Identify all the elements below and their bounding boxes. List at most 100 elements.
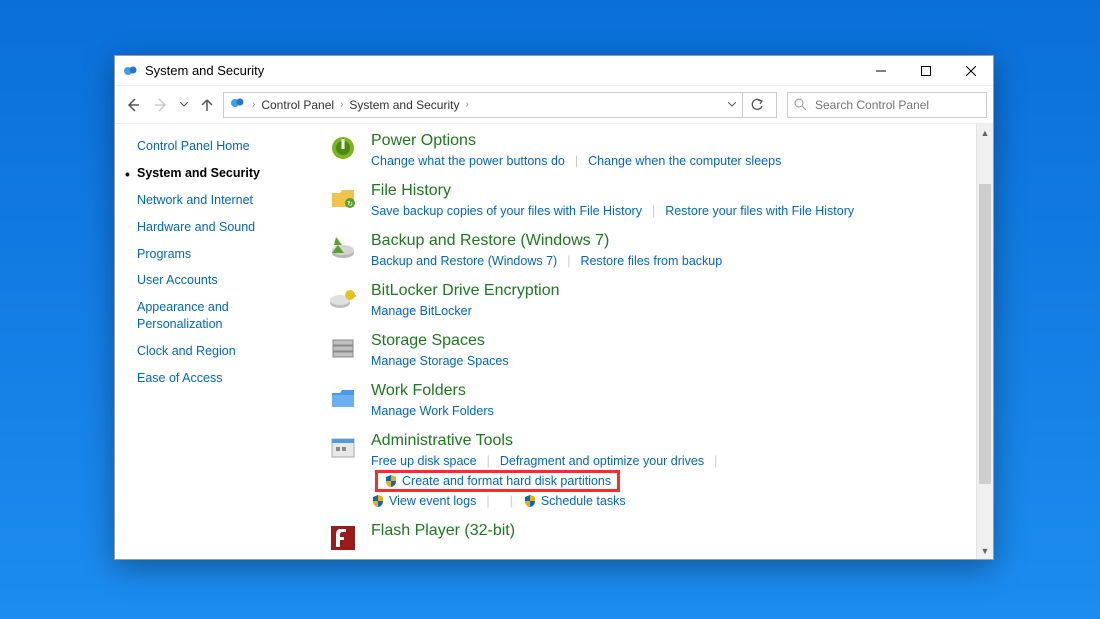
chevron-down-icon[interactable] [728,102,736,107]
highlighted-link[interactable]: Create and format hard disk partitions [375,470,620,492]
close-button[interactable] [948,56,993,85]
arrow-left-icon [125,97,141,113]
scrollbar-thumb[interactable] [979,184,991,484]
sidebar-item[interactable]: Hardware and Sound [137,219,303,236]
task-link[interactable]: Manage Work Folders [371,402,494,420]
section-body: File History Save backup copies of your f… [371,182,964,220]
category-section: Backup and Restore (Windows 7)Backup and… [325,232,964,270]
category-title[interactable]: BitLocker Drive Encryption [371,282,964,300]
link-divider: | [510,494,513,508]
breadcrumb-item[interactable]: System and Security [349,98,459,112]
app-icon [123,63,139,79]
window-controls [858,56,993,85]
link-divider: | [714,454,717,468]
navigation-bar: › Control Panel › System and Security › [115,86,993,124]
category-section: Flash Player (32-bit) [325,522,964,554]
category-section: Power Options Change what the power butto… [325,132,964,170]
sidebar-item[interactable]: Programs [137,246,303,263]
task-link[interactable]: Save backup copies of your files with Fi… [371,202,642,220]
task-link[interactable]: Defragment and optimize your drives [500,452,704,470]
address-bar[interactable]: › Control Panel › System and Security › [223,92,777,118]
svg-text:↻: ↻ [347,201,353,208]
storage-icon [325,332,361,364]
category-title[interactable]: Flash Player (32-bit) [371,522,964,540]
link-divider: | [652,204,655,218]
task-link[interactable]: Manage BitLocker [371,302,472,320]
content-area: Power Options Change what the power butto… [315,124,976,559]
category-section: Work Folders Manage Work Folders [325,382,964,420]
address-icon [230,95,246,114]
admin-icon [325,432,361,464]
recent-dropdown[interactable] [177,93,191,117]
scroll-down-arrow[interactable]: ▼ [977,542,993,559]
category-title[interactable]: Power Options [371,132,964,150]
backup-icon [325,232,361,264]
breadcrumb-item[interactable]: Control Panel [261,98,334,112]
forward-button[interactable] [149,93,173,117]
task-link[interactable]: Restore your files with File History [665,202,854,220]
section-body: Backup and Restore (Windows 7)Backup and… [371,232,964,270]
window-title: System and Security [145,63,264,78]
search-input[interactable] [813,97,980,113]
chevron-right-icon: › [252,99,255,110]
category-title[interactable]: File History [371,182,964,200]
task-link[interactable]: Restore files from backup [580,252,722,270]
refresh-button[interactable] [742,92,770,118]
sidebar-item[interactable]: Appearance and Personalization [137,299,303,333]
sidebar-item[interactable]: Clock and Region [137,343,303,360]
category-title[interactable]: Work Folders [371,382,964,400]
link-divider: | [487,454,490,468]
power-icon [325,132,361,164]
workfolders-icon [325,382,361,414]
sidebar: Control Panel Home System and Security Net… [115,124,315,559]
arrow-right-icon [153,97,169,113]
section-body: Flash Player (32-bit) [371,522,964,542]
task-link[interactable]: Manage Storage Spaces [371,352,509,370]
scroll-up-arrow[interactable]: ▲ [977,124,993,141]
category-title[interactable]: Storage Spaces [371,332,964,350]
category-title[interactable]: Administrative Tools [371,432,964,450]
up-button[interactable] [195,93,219,117]
task-link[interactable]: Create and format hard disk partitions [402,474,611,488]
titlebar: System and Security [115,56,993,86]
sidebar-item[interactable]: Ease of Access [137,370,303,387]
minimize-icon [876,66,886,76]
link-divider: | [575,154,578,168]
category-section: BitLocker Drive Encryption Manage BitLock… [325,282,964,320]
vertical-scrollbar[interactable]: ▲ ▼ [976,124,993,559]
task-link[interactable]: Backup and Restore (Windows 7) [371,252,557,270]
category-links: Backup and Restore (Windows 7) | Restore f… [371,252,964,270]
category-section: Administrative Tools Free up disk space | D… [325,432,964,510]
shield-icon [371,494,385,508]
maximize-icon [921,66,931,76]
category-title[interactable]: Backup and Restore (Windows 7) [371,232,964,250]
category-links: Save backup copies of your files with Fi… [371,202,964,220]
sidebar-item[interactable]: User Accounts [137,272,303,289]
task-link[interactable]: Free up disk space [371,452,477,470]
sidebar-item[interactable]: Control Panel Home [137,138,303,155]
maximize-button[interactable] [903,56,948,85]
sidebar-item[interactable]: Network and Internet [137,192,303,209]
task-link[interactable]: View event logs [371,492,476,510]
task-link[interactable]: Schedule tasks [523,492,626,510]
search-box[interactable] [787,92,987,118]
control-panel-window: System and Security [114,55,994,560]
category-links: Change what the power buttons do | Change … [371,152,964,170]
section-body: BitLocker Drive Encryption Manage BitLock… [371,282,964,320]
link-divider: | [567,254,570,268]
minimize-button[interactable] [858,56,903,85]
category-links: Manage Work Folders [371,402,964,420]
chevron-right-icon: › [340,99,343,110]
category-section: ↻ File History Save backup copies of your … [325,182,964,220]
section-body: Storage Spaces Manage Storage Spaces [371,332,964,370]
section-body: Work Folders Manage Work Folders [371,382,964,420]
task-link[interactable]: Change what the power buttons do [371,152,565,170]
category-links: Manage Storage Spaces [371,352,964,370]
section-body: Power Options Change what the power butto… [371,132,964,170]
sidebar-item[interactable]: System and Security [137,165,303,182]
close-icon [966,66,976,76]
task-link[interactable]: Change when the computer sleeps [588,152,781,170]
filehistory-icon: ↻ [325,182,361,214]
back-button[interactable] [121,93,145,117]
bitlocker-icon [325,282,361,314]
